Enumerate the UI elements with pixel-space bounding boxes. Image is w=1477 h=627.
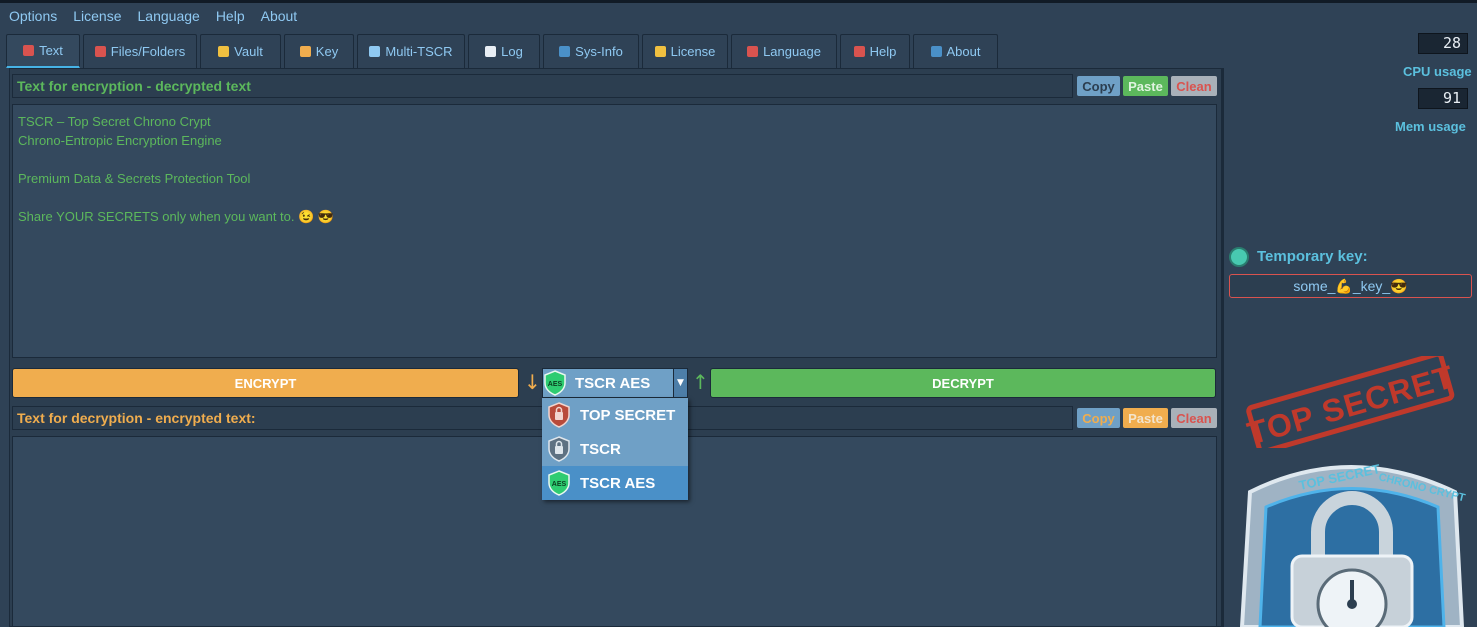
algorithm-select[interactable]: AES TSCR AES ▼ [542, 368, 688, 398]
svg-text:AES: AES [552, 481, 567, 488]
paste-button-top[interactable]: Paste [1123, 76, 1168, 96]
tab-multi-tscr[interactable]: Multi-TSCR [357, 34, 465, 68]
medal-icon [654, 46, 666, 57]
encrypt-button[interactable]: ENCRYPT [12, 368, 519, 398]
gray-shield-icon [548, 436, 570, 462]
m-circle-icon [369, 46, 381, 57]
tab-files-folders[interactable]: Files/Folders [83, 34, 197, 68]
chrono-crypt-lock-logo: TOP SECRET CHRONO CRYPT [1239, 461, 1467, 627]
padlock-icon [218, 46, 230, 57]
key-icon [299, 46, 311, 57]
algorithm-option-tscr[interactable]: TSCR [542, 432, 688, 466]
tab-label: Multi-TSCR [385, 44, 453, 59]
tab-label: Vault [234, 44, 263, 59]
menu-about[interactable]: About [261, 8, 298, 24]
temp-key-label: Temporary key: [1257, 248, 1368, 265]
question-icon [853, 46, 865, 57]
algorithm-option-top-secret[interactable]: TOP SECRET [542, 398, 688, 432]
tab-label: Help [869, 44, 897, 59]
tab-label: Files/Folders [110, 44, 186, 59]
tab-label: License [670, 44, 716, 59]
paste-button-bottom[interactable]: Paste [1123, 408, 1168, 428]
tab-license[interactable]: License [642, 34, 728, 68]
algorithm-dropdown-list: TOP SECRET TSCR AES TSCR AES [542, 398, 688, 500]
panel-divider [1222, 68, 1224, 627]
temp-key-field[interactable]: some_💪_key_😎 [1229, 274, 1472, 298]
svg-text:AES: AES [548, 381, 563, 388]
menu-options[interactable]: Options [9, 8, 57, 24]
text-line-blank [18, 188, 1211, 207]
shield-icon [94, 46, 106, 57]
temp-key-status-icon [1229, 247, 1249, 267]
tab-sys-info[interactable]: Sys-Info [543, 34, 639, 68]
shield-icon [747, 46, 759, 57]
arrow-up-icon: ↑ [692, 370, 709, 394]
mem-usage-value: 91 [1418, 88, 1468, 109]
cpu-usage-label: CPU usage [1403, 64, 1472, 79]
menu-license[interactable]: License [73, 8, 121, 24]
tab-help[interactable]: Help [840, 34, 910, 68]
algorithm-option-tscr-aes[interactable]: AES TSCR AES [542, 466, 688, 500]
tab-vault[interactable]: Vault [200, 34, 281, 68]
aes-shield-icon: AES [544, 370, 566, 396]
text-line-blank [18, 150, 1211, 169]
aes-shield-icon: AES [548, 470, 570, 496]
plain-text-area[interactable]: TSCR – Top Secret Chrono Crypt Chrono-En… [12, 104, 1217, 358]
text-line: Premium Data & Secrets Protection Tool [18, 171, 251, 186]
option-label: TSCR AES [580, 474, 656, 492]
top-secret-stamp-logo: TOP SECRET [1243, 356, 1458, 448]
algorithm-selected-label: TSCR AES [575, 374, 651, 392]
tab-about[interactable]: About [913, 34, 998, 68]
tab-key[interactable]: Key [284, 34, 354, 68]
decrypt-button[interactable]: DECRYPT [710, 368, 1216, 398]
arrow-down-icon: ↓ [524, 370, 541, 394]
tab-log[interactable]: Log [468, 34, 540, 68]
tab-label: Language [763, 44, 821, 59]
option-label: TSCR [580, 440, 621, 458]
document-icon [485, 46, 497, 57]
copy-button-bottom[interactable]: Copy [1077, 408, 1120, 428]
cpu-usage-value: 28 [1418, 33, 1468, 54]
red-shield-icon [548, 402, 570, 428]
chart-icon [559, 46, 571, 57]
text-line: TSCR – Top Secret Chrono Crypt [18, 114, 211, 129]
tab-label: Text [39, 43, 63, 58]
menu-language[interactable]: Language [138, 8, 200, 24]
text-line: Chrono-Entropic Encryption Engine [18, 133, 222, 148]
text-ab-icon [23, 45, 35, 56]
tab-label: Sys-Info [575, 44, 623, 59]
tab-text[interactable]: Text [6, 34, 80, 68]
option-label: TOP SECRET [580, 406, 676, 424]
mem-usage-label: Mem usage [1395, 119, 1466, 134]
chevron-down-icon[interactable]: ▼ [673, 369, 687, 397]
tab-label: Key [315, 44, 339, 59]
clean-button-top[interactable]: Clean [1171, 76, 1217, 96]
tab-language[interactable]: Language [731, 34, 837, 68]
text-line: Share YOUR SECRETS only when you want to… [18, 209, 335, 224]
window-icon [930, 46, 942, 57]
tab-bar: Text Files/Folders Vault Key Multi-TSCR Log Sy… [6, 34, 1001, 68]
encrypt-section-title: Text for encryption - decrypted text [12, 74, 1073, 98]
tab-label: Log [501, 44, 523, 59]
clean-button-bottom[interactable]: Clean [1171, 408, 1217, 428]
copy-button-top[interactable]: Copy [1077, 76, 1120, 96]
tab-label: About [946, 44, 981, 59]
menu-bar: Options License Language Help About [0, 0, 1477, 32]
menu-help[interactable]: Help [216, 8, 245, 24]
